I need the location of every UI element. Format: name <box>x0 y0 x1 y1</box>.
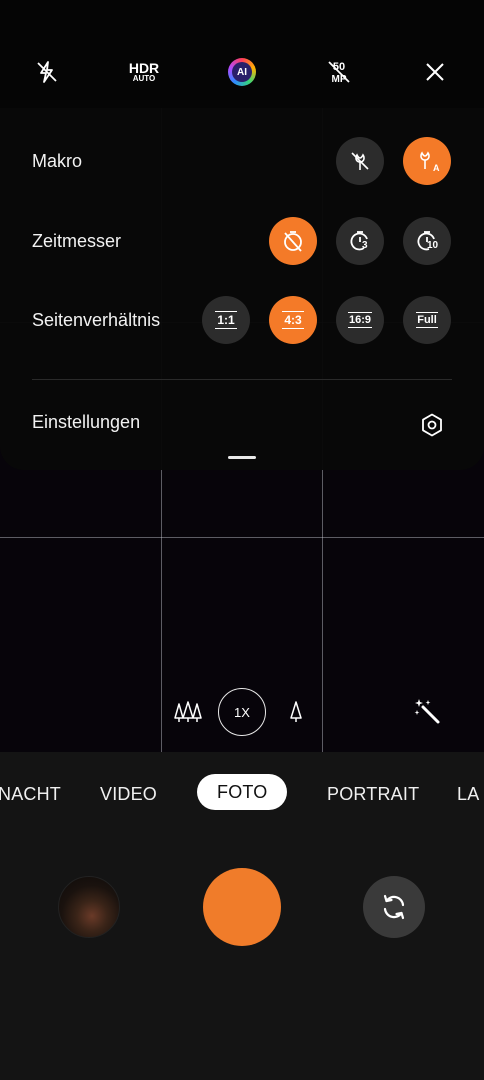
hdr-label: HDR <box>128 60 160 76</box>
ratio-full-button[interactable]: Full <box>403 296 451 344</box>
magic-wand-icon <box>413 697 443 727</box>
settings-button[interactable] <box>418 411 446 439</box>
panel-drag-handle[interactable] <box>228 456 256 459</box>
timer-3s-icon <box>347 228 373 254</box>
timer-3s-label: 3 <box>362 240 368 251</box>
close-button[interactable] <box>415 52 455 92</box>
ratio-4-3-label: 4:3 <box>282 311 304 329</box>
camera-mode-selector: NACHT VIDEO FOTO PORTRAIT LA <box>0 752 484 834</box>
wide-angle-zoom-button[interactable] <box>172 696 204 728</box>
mode-video[interactable]: VIDEO <box>100 784 157 805</box>
gear-icon <box>419 412 445 438</box>
timer-10s-button[interactable]: 10 <box>403 217 451 265</box>
wide-angle-trees-icon <box>174 700 202 724</box>
ratio-4-3-button[interactable]: 4:3 <box>269 296 317 344</box>
mode-landscape[interactable]: LA <box>457 784 479 805</box>
flash-off-button[interactable] <box>27 52 67 92</box>
timer-off-icon <box>280 228 306 254</box>
macro-off-icon <box>348 149 372 173</box>
ai-label: AI <box>232 62 252 82</box>
aspect-ratio-label: Seitenverhältnis <box>32 310 161 330</box>
flash-off-icon <box>34 59 60 85</box>
mode-portrait[interactable]: PORTRAIT <box>327 784 419 805</box>
gallery-thumbnail[interactable] <box>58 876 120 938</box>
quick-settings-panel: Makro A Zeitmesser 3 10 Seitenverhältnis… <box>0 108 484 470</box>
timer-3s-button[interactable]: 3 <box>336 217 384 265</box>
ai-icon: AI <box>228 58 256 86</box>
hdr-button[interactable]: HDR AUTO <box>124 52 164 92</box>
hdr-sub-label: AUTO <box>132 74 156 83</box>
grid-line-horizontal-2 <box>0 537 484 538</box>
timer-10s-label: 10 <box>427 240 439 251</box>
camera-top-bar: HDR AUTO AI 50 MP <box>0 0 484 108</box>
telephoto-tree-icon <box>288 700 304 724</box>
resolution-50mp-icon: 50 MP <box>326 59 352 85</box>
ratio-full-label: Full <box>416 312 438 328</box>
zoom-level-label: 1X <box>234 704 250 720</box>
timer-label: Zeitmesser <box>32 231 122 251</box>
panel-divider <box>32 379 452 380</box>
ratio-1-1-label: 1:1 <box>215 311 237 329</box>
macro-auto-icon: A <box>414 148 440 174</box>
beauty-filter-button[interactable] <box>410 694 446 730</box>
ratio-16-9-button[interactable]: 16:9 <box>336 296 384 344</box>
telephoto-zoom-button[interactable] <box>280 696 312 728</box>
svg-text:A: A <box>433 163 440 173</box>
svg-text:MP: MP <box>332 74 347 85</box>
macro-auto-button[interactable]: A <box>403 137 451 185</box>
camera-bottom-bar <box>0 834 484 1080</box>
resolution-button[interactable]: 50 MP <box>319 52 359 92</box>
zoom-1x-button[interactable]: 1X <box>218 688 266 736</box>
settings-link[interactable]: Einstellungen <box>32 412 140 433</box>
ratio-16-9-label: 16:9 <box>347 312 373 328</box>
close-icon <box>424 61 446 83</box>
shutter-button[interactable] <box>203 868 281 946</box>
mode-night[interactable]: NACHT <box>0 784 61 805</box>
macro-off-button[interactable] <box>336 137 384 185</box>
switch-camera-icon <box>379 892 409 922</box>
mode-photo[interactable]: FOTO <box>197 774 288 810</box>
timer-off-button[interactable] <box>269 217 317 265</box>
switch-camera-button[interactable] <box>363 876 425 938</box>
ratio-1-1-button[interactable]: 1:1 <box>202 296 250 344</box>
macro-label: Makro <box>32 151 83 171</box>
ai-scene-button[interactable]: AI <box>222 52 262 92</box>
